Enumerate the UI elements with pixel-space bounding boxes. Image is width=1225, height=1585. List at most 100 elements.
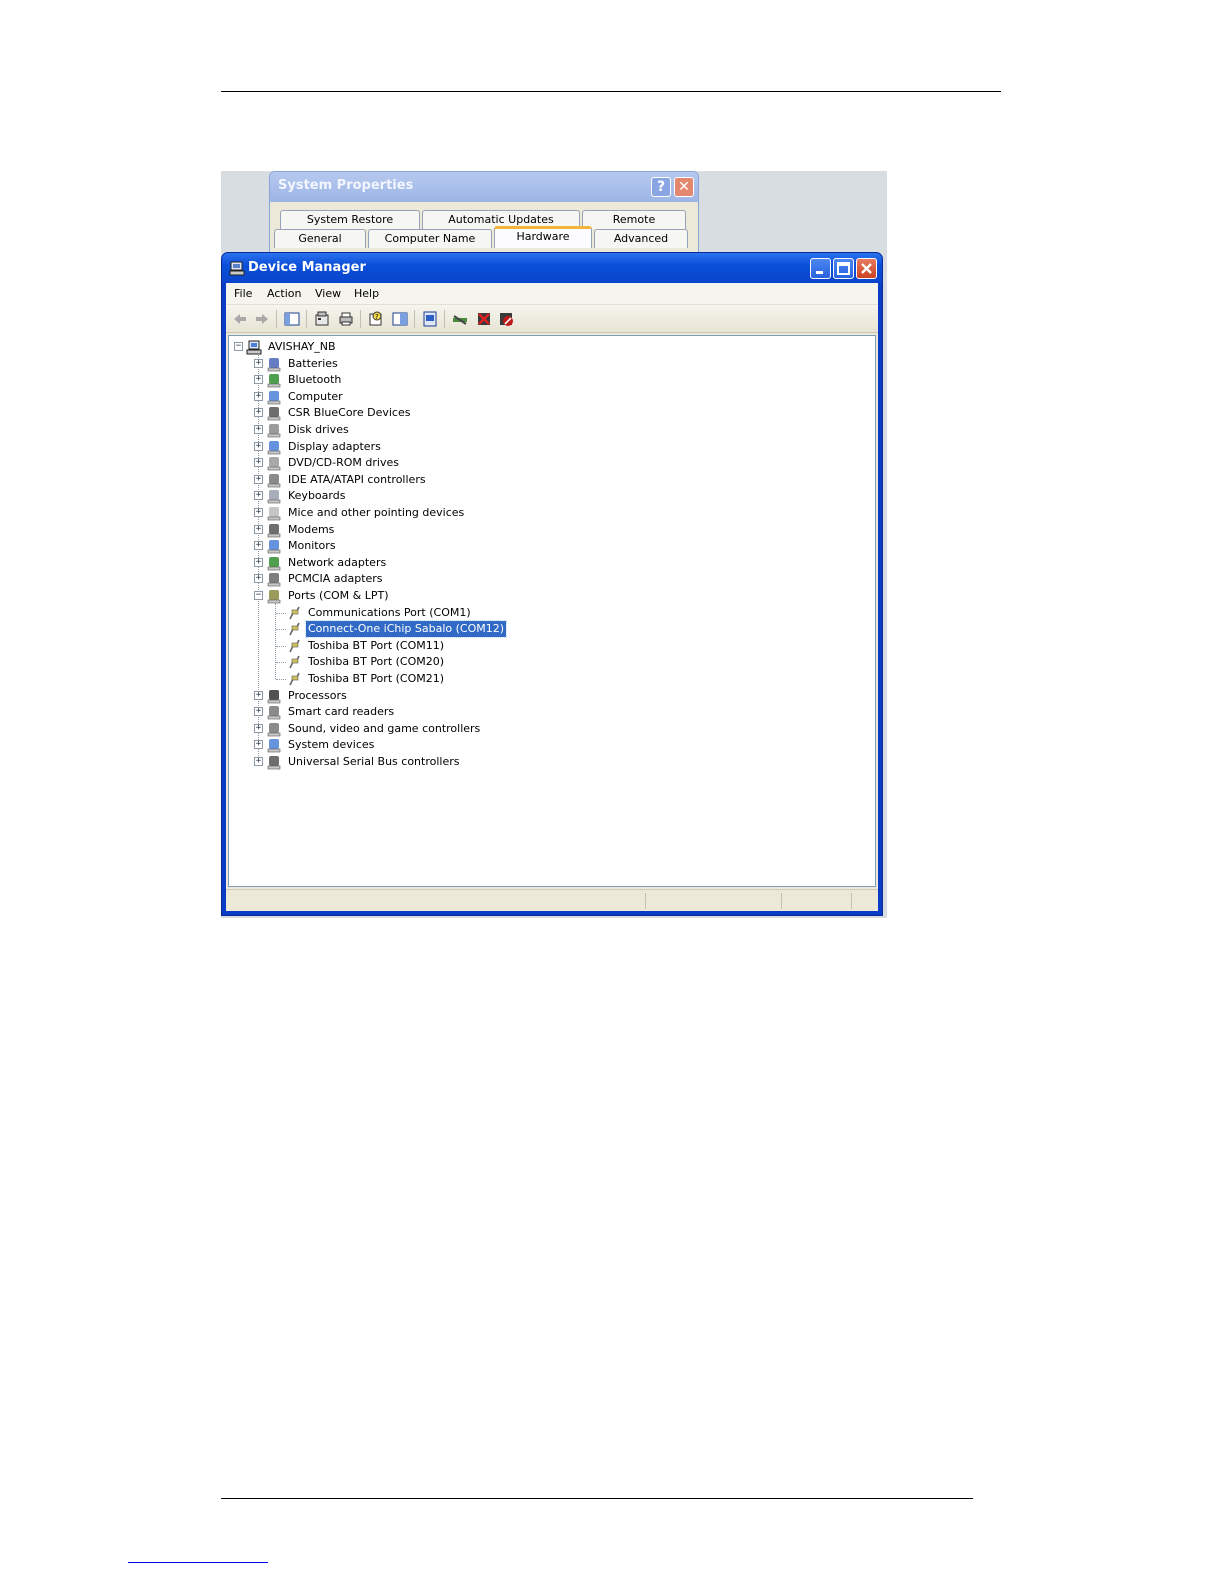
tree-category-label: Computer [288,389,343,403]
tree-line [276,629,286,631]
expand-toggle[interactable]: + [254,574,263,584]
tree-line [276,662,286,664]
cdrom-icon [267,457,281,471]
tree-category-label: Sound, video and game controllers [288,721,481,735]
forward-icon[interactable] [253,310,271,328]
tab-system-restore[interactable]: System Restore [280,210,420,229]
status-bar-pane [781,893,782,909]
expand-toggle[interactable]: + [254,541,263,551]
device-manager-icon [229,261,245,280]
collapse-toggle[interactable]: − [254,591,263,600]
close-icon [861,263,872,274]
maximize-button[interactable] [833,258,854,279]
footer-link-underline [128,1562,268,1563]
tree-line [276,679,286,680]
tree-category-label: Smart card readers [288,705,395,719]
update-driver-icon[interactable] [421,310,439,328]
status-bar [226,889,878,911]
battery-icon [267,357,281,371]
tab-computer-name[interactable]: Computer Name [368,229,492,248]
close-button[interactable]: ✕ [674,177,694,197]
pcmcia-icon [267,573,281,587]
expand-toggle[interactable]: + [254,557,263,567]
display-icon [267,440,281,454]
device-manager-titlebar[interactable]: Device Manager [222,253,882,283]
tree-category-label: System devices [288,738,375,752]
device-tree[interactable]: − AVISHAY_NB + Batteries + Bluetooth + Computer… [228,335,876,887]
expand-toggle[interactable]: + [254,474,263,484]
processor-icon [267,689,281,703]
tree-device-label: Toshiba BT Port (COM20) [308,655,445,669]
port-icon [289,622,300,636]
toolbar-separator [276,310,277,328]
help-button[interactable]: ? [651,177,671,197]
print-icon[interactable] [337,310,355,328]
view-icon[interactable] [391,310,409,328]
mouse-icon [267,507,281,521]
help-icon[interactable]: ? [367,310,385,328]
show-hide-tree-icon[interactable] [283,310,301,328]
disable-icon[interactable] [497,310,515,328]
bluetooth-icon [267,374,281,388]
tab-hardware[interactable]: Hardware [494,226,592,248]
back-icon[interactable] [231,310,249,328]
tab-general[interactable]: General [274,229,366,248]
collapse-toggle[interactable]: − [234,342,243,351]
computer-icon [267,390,281,405]
expand-toggle[interactable]: + [254,441,263,451]
tree-category-label: Display adapters [288,439,381,453]
tree-category-label: DVD/CD-ROM drives [288,456,399,470]
tree-device-label: Toshiba BT Port (COM21) [308,672,445,685]
expand-toggle[interactable]: + [254,425,263,434]
screenshot-area: System Properties ? ✕ System Restore Aut… [221,171,887,918]
tree-device-label: Connect-One iChip Sabalo (COM12) [304,620,508,639]
tree-category-label: CSR BlueCore Devices [288,406,411,420]
uninstall-icon[interactable] [475,310,493,328]
expand-toggle[interactable]: + [254,508,263,517]
expand-toggle[interactable]: + [254,524,263,534]
system-properties-title: System Properties [278,178,414,193]
tree-category-label: PCMCIA adapters [288,572,383,586]
status-bar-pane [645,893,646,909]
menu-help[interactable]: Help [354,287,379,300]
tree-category-label: Bluetooth [288,373,342,387]
expand-toggle[interactable]: + [254,408,263,418]
expand-toggle[interactable]: + [254,707,263,717]
tree-category-label: Universal Serial Bus controllers [288,755,460,768]
maximize-icon [837,262,850,275]
minimize-icon [816,271,823,274]
properties-icon[interactable] [313,310,331,328]
usb-icon [267,756,281,770]
tree-line [275,602,276,679]
tree-category-label: Monitors [288,539,336,553]
scan-hardware-icon[interactable] [451,310,469,328]
modem-icon [267,523,281,537]
sound-icon [267,722,281,737]
toolbar-separator [360,310,361,328]
menu-view[interactable]: View [315,287,341,300]
expand-toggle[interactable]: + [254,690,263,700]
minimize-button[interactable] [810,258,831,279]
ide-icon [267,473,281,488]
expand-toggle[interactable]: + [254,358,263,368]
expand-toggle[interactable]: + [254,757,263,766]
tree-category-label: Keyboards [288,489,346,503]
tree-line [276,612,286,614]
toolbar-separator [444,310,445,328]
tab-remote[interactable]: Remote [582,210,686,229]
system-icon [267,739,281,753]
menu-file[interactable]: File [234,287,252,300]
close-button[interactable] [856,258,877,279]
expand-toggle[interactable]: + [254,740,263,750]
system-properties-titlebar: System Properties ? ✕ [270,172,698,202]
expand-toggle[interactable]: + [254,458,263,468]
expand-toggle[interactable]: + [254,391,263,401]
tree-category-label: Processors [288,688,347,702]
toolbar: ? [226,305,878,333]
expand-toggle[interactable]: + [254,375,263,385]
tab-advanced[interactable]: Advanced [594,229,688,248]
expand-toggle[interactable]: + [254,491,263,501]
monitor-icon [267,540,281,554]
expand-toggle[interactable]: + [254,723,263,733]
menu-action[interactable]: Action [267,287,301,300]
